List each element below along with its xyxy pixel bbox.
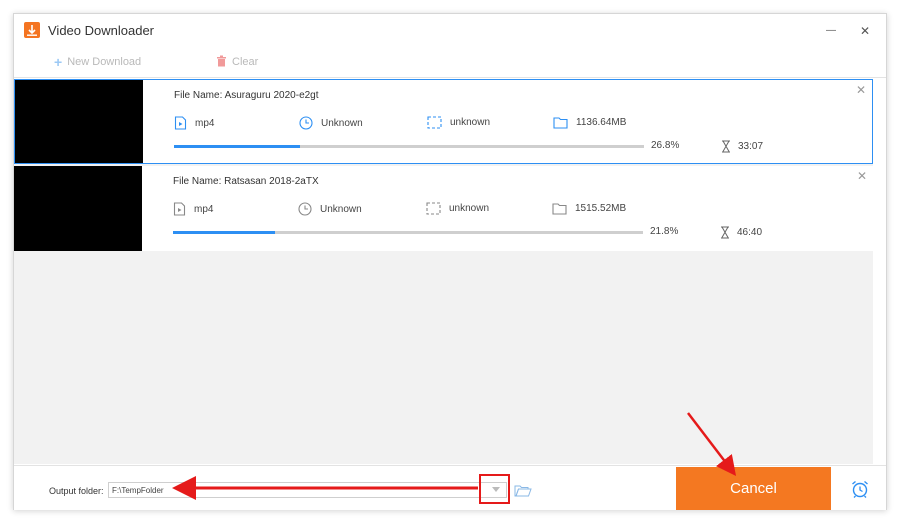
resolution-frame-icon — [427, 116, 442, 129]
remaining-time: 33:07 — [721, 140, 763, 153]
duration-info: Unknown — [298, 202, 362, 216]
video-thumbnail — [14, 166, 142, 251]
video-downloader-window: Video Downloader — ✕ + New Download Clea… — [13, 13, 887, 510]
alarm-button[interactable] — [850, 479, 870, 504]
folder-open-icon — [514, 485, 532, 497]
folder-size-icon — [552, 203, 567, 215]
format-info: mp4 — [174, 116, 214, 130]
video-file-icon — [174, 116, 187, 130]
progress-bar — [173, 231, 643, 234]
alarm-clock-icon — [852, 480, 868, 498]
annotation-highlight-box — [479, 474, 510, 504]
new-download-button[interactable]: + New Download — [54, 54, 141, 70]
file-name: File Name: Ratsasan 2018-2aTX — [173, 176, 319, 187]
file-name: File Name: Asuraguru 2020-e2gt — [174, 90, 319, 101]
hourglass-icon — [722, 140, 730, 153]
video-downloader-icon — [24, 22, 40, 38]
close-window-button[interactable]: ✕ — [854, 20, 876, 42]
new-download-label: New Download — [67, 56, 142, 68]
download-task[interactable]: File Name: Asuraguru 2020-e2gt mp4 Unkno… — [14, 79, 873, 164]
output-folder-label: Output folder: — [49, 486, 104, 496]
remaining-time: 46:40 — [720, 226, 762, 239]
progress-percent: 21.8% — [650, 226, 679, 237]
minimize-button[interactable]: — — [820, 20, 842, 42]
video-file-icon — [173, 202, 186, 216]
toolbar: + New Download Clear — [14, 48, 886, 78]
cancel-button[interactable]: Cancel — [676, 467, 831, 510]
remove-task-button[interactable]: ✕ — [857, 169, 867, 183]
video-thumbnail — [15, 80, 143, 163]
resolution-info: unknown — [427, 116, 490, 129]
duration-info: Unknown — [299, 116, 363, 130]
clock-icon — [299, 116, 313, 130]
hourglass-icon — [721, 226, 729, 239]
browse-folder-button[interactable] — [514, 484, 532, 502]
footer-bar: Output folder: Cancel — [14, 465, 886, 510]
clear-label: Clear — [232, 56, 259, 68]
size-info: 1515.52MB — [552, 202, 626, 215]
trash-icon — [216, 54, 227, 70]
progress-bar — [174, 145, 644, 148]
title-bar: Video Downloader — ✕ — [14, 14, 886, 48]
clock-icon — [298, 202, 312, 216]
progress-percent: 26.8% — [651, 140, 680, 151]
plus-icon: + — [54, 54, 63, 70]
resolution-info: unknown — [426, 202, 489, 215]
remove-task-button[interactable]: ✕ — [856, 83, 866, 97]
resolution-frame-icon — [426, 202, 441, 215]
window-title: Video Downloader — [48, 23, 154, 38]
output-folder-input[interactable] — [108, 482, 507, 498]
progress-fill — [173, 231, 276, 234]
progress-fill — [174, 145, 300, 148]
clear-button[interactable]: Clear — [216, 54, 258, 70]
download-task[interactable]: File Name: Ratsasan 2018-2aTX mp4 Unknow… — [14, 166, 873, 251]
folder-size-icon — [553, 117, 568, 129]
size-info: 1136.64MB — [553, 116, 626, 129]
format-info: mp4 — [173, 202, 213, 216]
download-list: File Name: Asuraguru 2020-e2gt mp4 Unkno… — [14, 79, 873, 464]
